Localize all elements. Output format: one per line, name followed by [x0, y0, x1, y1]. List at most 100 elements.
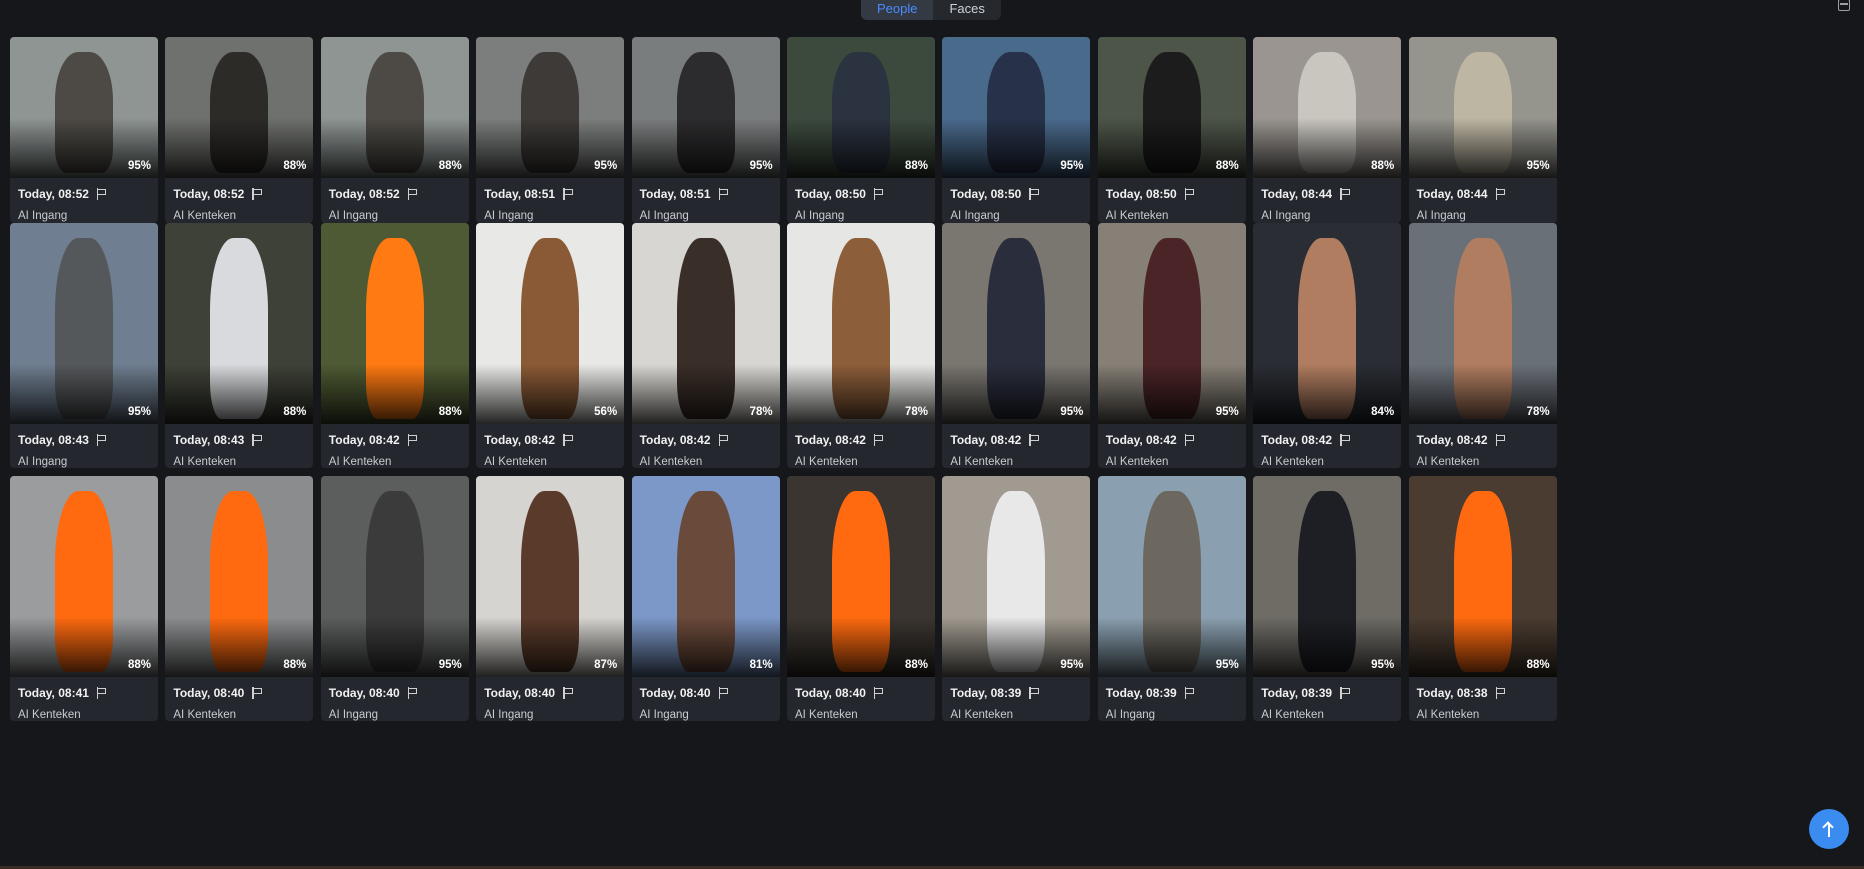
detection-card[interactable]: 88% Today, 08:38 AI Kenteken: [1408, 476, 1557, 721]
person-thumbnail[interactable]: 95%: [942, 37, 1091, 178]
flag-icon[interactable]: [873, 687, 885, 699]
card-meta: Today, 08:44 AI Ingang: [1417, 187, 1507, 222]
person-thumbnail[interactable]: 88%: [787, 37, 935, 178]
detection-card[interactable]: 88% Today, 08:52 AI Kenteken: [165, 37, 314, 223]
person-thumbnail[interactable]: 78%: [631, 223, 780, 424]
detection-card[interactable]: 95% Today, 08:39 AI Ingang: [1097, 476, 1246, 721]
person-thumbnail[interactable]: 88%: [10, 476, 158, 677]
flag-icon[interactable]: [873, 188, 885, 200]
confidence-score: 95%: [127, 160, 151, 172]
flag-icon[interactable]: [718, 188, 730, 200]
person-thumbnail[interactable]: 88%: [320, 223, 469, 424]
person-thumbnail[interactable]: 95%: [942, 223, 1091, 424]
detection-card[interactable]: 95% Today, 08:40 AI Ingang: [320, 476, 469, 721]
flag-icon[interactable]: [1184, 188, 1196, 200]
person-thumbnail[interactable]: 95%: [10, 223, 158, 424]
detection-card[interactable]: 95% Today, 08:52 AI Ingang: [10, 37, 158, 223]
detection-card[interactable]: 88% Today, 08:42 AI Kenteken: [320, 223, 469, 468]
detection-card[interactable]: 95% Today, 08:42 AI Kenteken: [942, 223, 1091, 468]
detection-card[interactable]: 88% Today, 08:52 AI Ingang: [320, 37, 469, 223]
person-thumbnail[interactable]: 78%: [787, 223, 935, 424]
detection-card[interactable]: 95% Today, 08:51 AI Ingang: [631, 37, 780, 223]
detection-card[interactable]: 95% Today, 08:44 AI Ingang: [1408, 37, 1557, 223]
person-thumbnail[interactable]: 95%: [1408, 37, 1557, 178]
flag-icon[interactable]: [1340, 188, 1351, 200]
detection-card[interactable]: 78% Today, 08:42 AI Kenteken: [631, 223, 780, 468]
flag-icon[interactable]: [718, 687, 730, 699]
flag-icon[interactable]: [563, 687, 574, 699]
person-thumbnail[interactable]: 95%: [476, 37, 625, 178]
flag-icon[interactable]: [1184, 434, 1196, 446]
flag-icon[interactable]: [1029, 687, 1040, 699]
detection-card[interactable]: 78% Today, 08:42 AI Kenteken: [1408, 223, 1557, 468]
flag-icon[interactable]: [563, 188, 574, 200]
person-thumbnail[interactable]: 95%: [1097, 223, 1246, 424]
flag-icon[interactable]: [252, 434, 263, 446]
detection-card[interactable]: 56% Today, 08:42 AI Kenteken: [476, 223, 625, 468]
person-thumbnail[interactable]: 95%: [631, 37, 780, 178]
person-thumbnail[interactable]: 88%: [1097, 37, 1246, 178]
flag-icon[interactable]: [407, 434, 419, 446]
tab-faces[interactable]: Faces: [933, 0, 1000, 20]
flag-icon[interactable]: [1495, 687, 1507, 699]
flag-icon[interactable]: [252, 687, 263, 699]
person-thumbnail[interactable]: 88%: [787, 476, 935, 677]
detection-card[interactable]: 95% Today, 08:51 AI Ingang: [476, 37, 625, 223]
person-thumbnail[interactable]: 88%: [1253, 37, 1402, 178]
detection-card[interactable]: 88% Today, 08:40 AI Kenteken: [787, 476, 935, 721]
detection-card[interactable]: 88% Today, 08:50 AI Ingang: [787, 37, 935, 223]
detection-card[interactable]: 95% Today, 08:39 AI Kenteken: [1253, 476, 1402, 721]
flag-icon[interactable]: [252, 188, 263, 200]
detection-card[interactable]: 95% Today, 08:42 AI Kenteken: [1097, 223, 1246, 468]
person-thumbnail[interactable]: 95%: [942, 476, 1091, 677]
detection-card[interactable]: 87% Today, 08:40 AI Ingang: [476, 476, 625, 721]
person-thumbnail[interactable]: 88%: [165, 476, 314, 677]
flag-icon[interactable]: [1495, 188, 1507, 200]
person-thumbnail[interactable]: 88%: [165, 37, 314, 178]
flag-icon[interactable]: [1495, 434, 1507, 446]
detection-card[interactable]: 78% Today, 08:42 AI Kenteken: [787, 223, 935, 468]
detection-card[interactable]: 95% Today, 08:39 AI Kenteken: [942, 476, 1091, 721]
detection-card[interactable]: 88% Today, 08:43 AI Kenteken: [165, 223, 314, 468]
detection-card[interactable]: 88% Today, 08:40 AI Kenteken: [165, 476, 314, 721]
person-thumbnail[interactable]: 95%: [1097, 476, 1246, 677]
flag-icon[interactable]: [407, 687, 419, 699]
person-thumbnail[interactable]: 87%: [476, 476, 625, 677]
flag-icon[interactable]: [718, 434, 730, 446]
person-thumbnail[interactable]: 56%: [476, 223, 625, 424]
flag-icon[interactable]: [1029, 434, 1040, 446]
flag-icon[interactable]: [873, 434, 885, 446]
person-thumbnail[interactable]: 95%: [10, 37, 158, 178]
flag-icon[interactable]: [1029, 188, 1040, 200]
card-meta: Today, 08:42 AI Kenteken: [1261, 433, 1351, 468]
detection-card[interactable]: 81% Today, 08:40 AI Ingang: [631, 476, 780, 721]
detection-card[interactable]: 84% Today, 08:42 AI Kenteken: [1253, 223, 1402, 468]
detection-card[interactable]: 88% Today, 08:41 AI Kenteken: [10, 476, 158, 721]
flag-icon[interactable]: [1184, 687, 1196, 699]
tab-people[interactable]: People: [861, 0, 934, 20]
person-thumbnail[interactable]: 84%: [1253, 223, 1402, 424]
person-thumbnail[interactable]: 88%: [165, 223, 314, 424]
detection-time-label: Today, 08:51: [484, 187, 556, 201]
detection-time: Today, 08:40: [173, 686, 263, 700]
scroll-to-top-button[interactable]: [1809, 809, 1849, 849]
detection-card[interactable]: 88% Today, 08:44 AI Ingang: [1253, 37, 1402, 223]
confidence-score: 88%: [283, 659, 307, 671]
person-thumbnail[interactable]: 95%: [1253, 476, 1402, 677]
flag-icon[interactable]: [96, 687, 108, 699]
flag-icon[interactable]: [1340, 687, 1351, 699]
detection-card[interactable]: 88% Today, 08:50 AI Kenteken: [1097, 37, 1246, 223]
flag-icon[interactable]: [563, 434, 574, 446]
flag-icon[interactable]: [1340, 434, 1351, 446]
detection-card[interactable]: 95% Today, 08:50 AI Ingang: [942, 37, 1091, 223]
calendar-icon[interactable]: [1838, 0, 1850, 11]
person-thumbnail[interactable]: 88%: [320, 37, 469, 178]
flag-icon[interactable]: [96, 188, 108, 200]
flag-icon[interactable]: [407, 188, 419, 200]
detection-card[interactable]: 95% Today, 08:43 AI Ingang: [10, 223, 158, 468]
person-thumbnail[interactable]: 78%: [1408, 223, 1557, 424]
person-thumbnail[interactable]: 81%: [631, 476, 780, 677]
flag-icon[interactable]: [96, 434, 108, 446]
person-thumbnail[interactable]: 88%: [1408, 476, 1557, 677]
person-thumbnail[interactable]: 95%: [320, 476, 469, 677]
